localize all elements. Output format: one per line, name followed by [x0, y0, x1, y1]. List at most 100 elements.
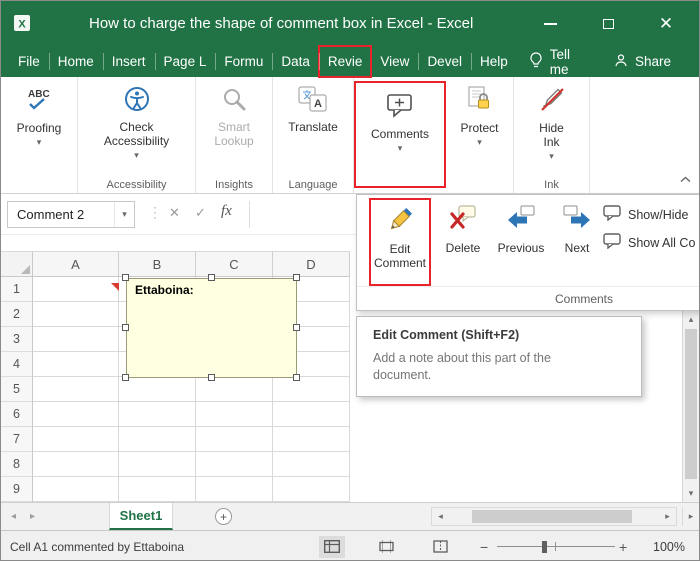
proofing-button[interactable]: ABC Proofing ▾ [17, 77, 62, 193]
comment-bubble-plus-icon [385, 92, 415, 124]
comment-resize-handle[interactable] [293, 274, 300, 281]
sheet-tab-sheet1[interactable]: Sheet1 [109, 503, 173, 530]
tell-me-button[interactable]: Tell me [517, 46, 602, 77]
row-header-7[interactable]: 7 [1, 427, 32, 452]
select-all-corner[interactable] [1, 251, 33, 277]
column-header-b[interactable]: B [119, 252, 196, 276]
edit-comment-tooltip: Edit Comment (Shift+F2) Add a note about… [356, 316, 642, 397]
sheet-nav-left-icon[interactable]: ◂ [11, 511, 16, 522]
sheet-nav: ◂ ▸ [11, 503, 35, 530]
close-button[interactable]: ✕ [637, 1, 695, 46]
scroll-left-icon[interactable]: ◂ [432, 508, 449, 525]
scroll-right-icon[interactable]: ▸ [659, 508, 676, 525]
chevron-down-icon[interactable]: ▾ [114, 202, 134, 227]
tab-help[interactable]: Help [470, 46, 517, 77]
zoom-in-button[interactable]: + [619, 531, 627, 560]
smart-lookup-label: Smart Lookup [214, 120, 254, 148]
magnifier-icon [221, 86, 247, 117]
show-hide-comment-menu-item[interactable]: Show/Hide [603, 205, 688, 224]
comments-dropdown-panel: Edit Comment Delete Previous Next Show/H… [356, 194, 699, 311]
hide-ink-button[interactable]: Hide Ink ▾ [535, 77, 569, 193]
normal-view-button[interactable] [319, 535, 345, 558]
minimize-icon [543, 22, 557, 25]
comment-resize-handle[interactable] [208, 274, 215, 281]
svg-text:A: A [314, 98, 322, 110]
row-header-9[interactable]: 9 [1, 477, 32, 502]
comment-resize-handle[interactable] [122, 274, 129, 281]
zoom-out-button[interactable]: − [480, 531, 488, 560]
delete-comment-icon [449, 205, 477, 236]
row-header-2[interactable]: 2 [1, 302, 32, 327]
comment-resize-handle[interactable] [122, 374, 129, 381]
add-sheet-button[interactable]: + [215, 508, 232, 525]
tab-formulas[interactable]: Formu [215, 46, 272, 77]
page-layout-view-button[interactable] [373, 536, 399, 558]
chevron-down-icon: ▾ [477, 137, 482, 147]
comment-resize-handle[interactable] [293, 374, 300, 381]
column-header-a[interactable]: A [33, 252, 119, 276]
column-header-c[interactable]: C [196, 252, 273, 276]
zoom-slider-thumb[interactable] [542, 541, 547, 553]
close-icon: ✕ [658, 14, 674, 33]
column-header-d[interactable]: D [273, 252, 350, 276]
horizontal-scrollbar[interactable]: ◂ ▸ [431, 507, 677, 526]
tooltip-title: Edit Comment (Shift+F2) [373, 328, 520, 342]
tab-review[interactable]: Revie [317, 45, 373, 78]
excel-app-icon: X [13, 14, 31, 37]
tab-file[interactable]: File [9, 46, 49, 77]
collapse-ribbon-button[interactable] [680, 170, 691, 188]
row-header-4[interactable]: 4 [1, 352, 32, 377]
insert-function-icon[interactable]: fx [221, 203, 232, 220]
show-all-comments-menu-item[interactable]: Show All Co [603, 233, 695, 252]
row-header-8[interactable]: 8 [1, 452, 32, 477]
translate-button[interactable]: A Translate [288, 77, 338, 193]
excel-window: X How to charge the shape of comment box… [0, 0, 700, 561]
tab-view[interactable]: View [371, 46, 418, 77]
comment-resize-handle[interactable] [208, 374, 215, 381]
check-accessibility-button[interactable]: Check Accessibility ▾ [96, 77, 178, 193]
next-comment-menu-item[interactable]: Next [553, 205, 601, 255]
scroll-up-icon[interactable]: ▴ [683, 311, 699, 328]
zoom-slider-track[interactable] [497, 546, 615, 547]
comments-group-label: Comments [555, 292, 614, 306]
tab-data[interactable]: Data [272, 46, 319, 77]
scroll-down-icon[interactable]: ▾ [683, 485, 699, 502]
comments-dropdown-button[interactable]: Comments ▾ [371, 83, 429, 186]
previous-comment-menu-item[interactable]: Previous [491, 205, 551, 255]
check-accessibility-label: Check Accessibility [103, 120, 170, 148]
enter-icon[interactable]: ✓ [195, 205, 206, 221]
row-header-3[interactable]: 3 [1, 327, 32, 352]
tab-home[interactable]: Home [48, 46, 103, 77]
vertical-scrollbar-thumb[interactable] [685, 329, 697, 479]
zoom-level[interactable]: 100% [653, 531, 685, 560]
comment-box[interactable]: Ettaboina: [126, 278, 297, 378]
row-header-6[interactable]: 6 [1, 402, 32, 427]
status-bar: Cell A1 commented by Ettaboina − + 100% [1, 530, 699, 560]
row-header-5[interactable]: 5 [1, 377, 32, 402]
sheet-nav-right-icon[interactable]: ▸ [30, 511, 35, 522]
tab-insert[interactable]: Insert [102, 46, 155, 77]
name-box[interactable]: Comment 2 ▾ [7, 201, 135, 228]
page-break-view-button[interactable] [427, 536, 453, 558]
vertical-scrollbar[interactable]: ▴ ▾ [682, 311, 699, 502]
comment-resize-handle[interactable] [293, 324, 300, 331]
name-box-value: Comment 2 [17, 207, 85, 222]
cancel-icon[interactable]: ✕ [169, 205, 180, 221]
language-group-label: Language [288, 179, 338, 191]
pen-slash-icon [539, 86, 565, 118]
minimize-button[interactable] [521, 1, 579, 46]
horizontal-scrollbar-thumb[interactable] [472, 510, 632, 523]
comment-resize-handle[interactable] [122, 324, 129, 331]
tab-page-layout[interactable]: Page L [154, 46, 216, 77]
maximize-button[interactable] [579, 1, 637, 46]
edit-comment-menu-item[interactable]: Edit Comment [369, 198, 431, 286]
share-button[interactable]: Share [602, 46, 683, 77]
row-header-1[interactable]: 1 [1, 277, 32, 302]
tab-developer[interactable]: Devel [418, 46, 471, 77]
scroll-right-corner-icon[interactable]: ▸ [682, 507, 699, 526]
protect-button[interactable]: Protect ▾ [460, 77, 499, 193]
delete-comment-menu-item[interactable]: Delete [437, 205, 489, 255]
insights-group-label: Insights [215, 179, 253, 191]
chevron-down-icon: ▾ [134, 150, 139, 160]
smart-lookup-button[interactable]: Smart Lookup [210, 77, 258, 193]
